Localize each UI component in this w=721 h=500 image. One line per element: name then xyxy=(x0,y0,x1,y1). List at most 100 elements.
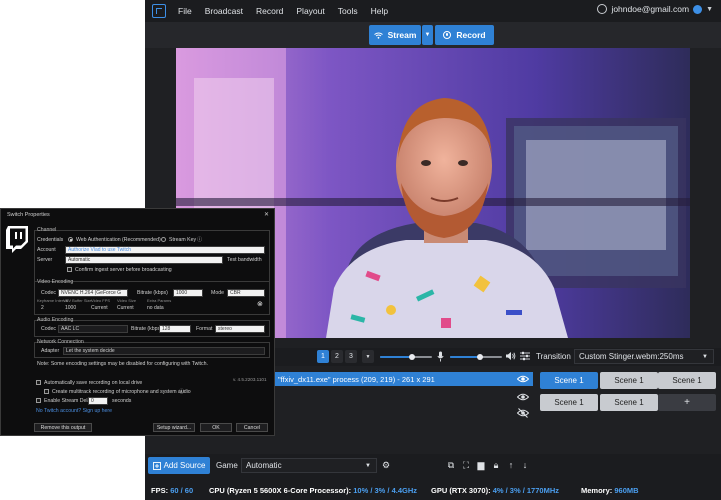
confirm-ingest-label: Confirm ingest server before broadcastin… xyxy=(75,267,172,273)
audio-codec-value: AAC LC xyxy=(61,326,80,332)
app-logo-icon xyxy=(152,4,166,18)
video-fps-value: Current xyxy=(91,305,108,311)
chevron-down-icon: ▼ xyxy=(702,353,708,360)
info-icon[interactable]: ⓘ xyxy=(179,388,184,395)
fit-icon[interactable]: ⛶ xyxy=(461,460,471,470)
account-menu[interactable]: johndoe@gmail.com ▼ xyxy=(597,4,713,14)
gear-icon[interactable]: ⚙ xyxy=(381,460,391,470)
menu-broadcast[interactable]: Broadcast xyxy=(205,6,243,16)
chevron-down-icon: ▼ xyxy=(365,462,371,469)
twitch-logo-icon xyxy=(6,226,28,253)
eye-off-icon[interactable] xyxy=(517,408,529,418)
cpu-stat: CPU (Ryzen 5 5600X 6-Core Processor): 10… xyxy=(209,486,417,495)
menu-file[interactable]: File xyxy=(178,6,192,16)
scene-button-3[interactable]: Scene 1 xyxy=(658,372,716,389)
account-field[interactable]: Authorize Vlad to use Twitch xyxy=(65,246,265,254)
move-up-icon[interactable]: ↑ xyxy=(506,460,516,470)
fps-label: FPS: xyxy=(151,486,169,495)
gpu-label: GPU (RTX 3070): xyxy=(431,486,491,495)
scene-button-4[interactable]: Scene 1 xyxy=(540,394,598,411)
chevron-down-icon: ▼ xyxy=(365,353,371,360)
mode-select[interactable]: CBR xyxy=(227,289,265,297)
mixer-settings-icon[interactable] xyxy=(520,351,530,361)
server-label: Server xyxy=(37,257,53,263)
video-size-label: Video Size xyxy=(117,298,137,303)
sign-up-link[interactable]: No Twitch account? Sign up here xyxy=(36,408,112,414)
mic-volume-knob[interactable] xyxy=(409,354,415,360)
transition-value: Custom Stinger.webm:250ms xyxy=(579,352,684,361)
scene-collection-tab-3[interactable]: 3 xyxy=(345,350,357,363)
menu-playout[interactable]: Playout xyxy=(296,6,324,16)
stream-delay-label: Enable Stream Delay xyxy=(44,398,94,404)
audio-codec-select[interactable]: AAC LC xyxy=(58,325,128,333)
add-source-button[interactable]: Add Source xyxy=(148,457,210,474)
setup-wizard-button[interactable]: Setup wizard... xyxy=(153,423,195,432)
scene-collection-dropdown[interactable]: ▼ xyxy=(362,350,374,363)
transition-select[interactable]: Custom Stinger.webm:250ms ▼ xyxy=(574,349,714,364)
cpu-value: 10% / 3% / 4.4GHz xyxy=(353,486,418,495)
stream-key-radio[interactable] xyxy=(161,237,166,242)
dialog-title: Switch Properties xyxy=(7,212,50,218)
fps-stat: FPS: 60 / 60 xyxy=(151,486,193,495)
record-button[interactable]: Record xyxy=(435,25,494,45)
video-size-value: Current xyxy=(117,305,134,311)
crop-icon[interactable]: ⧉ xyxy=(446,460,456,470)
menu-tools[interactable]: Tools xyxy=(338,6,358,16)
chevron-down-icon: ▼ xyxy=(706,5,713,13)
speaker-icon[interactable] xyxy=(505,351,516,361)
mode-value: CBR xyxy=(230,290,241,296)
menu-record[interactable]: Record xyxy=(256,6,283,16)
video-bitrate-field[interactable]: 1000 xyxy=(173,289,203,297)
codec-label: Codec xyxy=(41,290,56,296)
ok-button[interactable]: OK xyxy=(200,423,232,432)
stream-options-button[interactable]: ▼ xyxy=(422,25,433,45)
source-item-label: "ffxiv_dx11.exe" process (209, 219) - 26… xyxy=(278,374,435,384)
gpu-value: 4% / 3% / 1770MHz xyxy=(492,486,559,495)
cancel-button[interactable]: Cancel xyxy=(236,423,268,432)
lock-icon[interactable]: 🔒︎ xyxy=(491,460,501,470)
audio-group-label: Audio Encoding xyxy=(37,317,74,323)
multitrack-checkbox[interactable] xyxy=(44,389,49,394)
web-auth-radio[interactable] xyxy=(68,237,73,242)
game-select[interactable]: Automatic ▼ xyxy=(241,458,377,473)
account-label: Account xyxy=(37,247,56,253)
desktop-volume-knob[interactable] xyxy=(477,354,483,360)
close-icon[interactable]: ✕ xyxy=(264,211,269,218)
gpu-stat: GPU (RTX 3070): 4% / 3% / 1770MHz xyxy=(431,486,559,495)
add-scene-button[interactable]: + xyxy=(658,394,716,411)
eye-icon[interactable] xyxy=(517,393,529,401)
game-label: Game xyxy=(216,461,238,470)
scene-collection-tab-2[interactable]: 2 xyxy=(331,350,343,363)
audio-bitrate-select[interactable]: 128 xyxy=(159,325,191,333)
adapter-select[interactable]: Let the system decide xyxy=(63,347,265,355)
remove-output-button[interactable]: Remove this output xyxy=(34,423,92,432)
microphone-icon[interactable] xyxy=(437,351,444,362)
menu-help[interactable]: Help xyxy=(371,6,388,16)
scene-collection-tab-1[interactable]: 1 xyxy=(317,350,329,363)
source-item-selected[interactable]: "ffxiv_dx11.exe" process (209, 219) - 26… xyxy=(272,372,533,386)
scene-button-2[interactable]: Scene 1 xyxy=(600,372,658,389)
extra-params-label: Extra Params xyxy=(147,298,172,303)
vbv-label: VBV Buffer Size xyxy=(63,298,92,303)
scene-button-5[interactable]: Scene 1 xyxy=(600,394,658,411)
stream-button[interactable]: Stream xyxy=(369,25,421,45)
info-icon[interactable]: ⓘ xyxy=(197,236,202,243)
folder-icon[interactable]: ▆ xyxy=(476,460,486,470)
authorize-link[interactable]: Authorize Vlad to use Twitch xyxy=(68,247,131,253)
confirm-ingest-checkbox[interactable] xyxy=(67,267,72,272)
server-select[interactable]: Automatic xyxy=(65,256,223,264)
move-down-icon[interactable]: ↓ xyxy=(520,460,530,470)
format-select[interactable]: stereo xyxy=(215,325,265,333)
stream-delay-checkbox[interactable] xyxy=(36,398,41,403)
add-source-label: Add Source xyxy=(163,461,206,470)
auto-save-checkbox[interactable] xyxy=(36,380,41,385)
scene-button-1[interactable]: Scene 1 xyxy=(540,372,598,389)
stream-delay-field[interactable]: 0 xyxy=(88,397,108,405)
memory-value: 960MB xyxy=(614,486,639,495)
eye-icon[interactable] xyxy=(517,375,529,383)
test-bandwidth-button[interactable]: Test bandwidth xyxy=(227,257,262,263)
video-codec-select[interactable]: NVENC H.264 (GeForce G xyxy=(58,289,128,297)
clear-icon[interactable]: ⊗ xyxy=(257,300,263,308)
seconds-label: seconds xyxy=(112,398,132,404)
account-email: johndoe@gmail.com xyxy=(611,4,690,14)
